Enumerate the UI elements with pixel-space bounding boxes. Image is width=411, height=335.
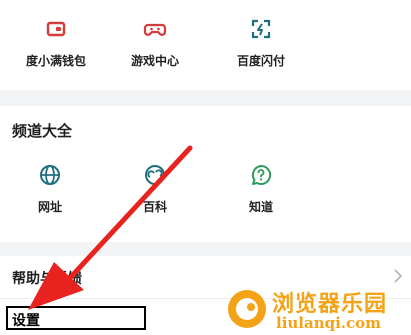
channel-url-label: 网址 (37, 200, 62, 214)
settings-highlight-box: 设置 (6, 306, 146, 330)
globe-icon (40, 165, 60, 185)
channels-title: 频道大全 (12, 123, 73, 140)
service-baidu-pay-label: 百度闪付 (236, 54, 285, 68)
help-feedback-label: 帮助与反馈 (12, 270, 82, 286)
top-services-card: 度小满钱包 游戏中心 百度闪付 (0, 0, 411, 90)
section-separator (0, 90, 411, 106)
channel-zhidao-label: 知道 (248, 200, 273, 214)
wallet-icon (46, 21, 66, 37)
channel-url[interactable]: 网址 (0, 160, 100, 215)
channel-encyclopedia[interactable]: 百科 (105, 160, 205, 215)
site-watermark: 浏览器乐园 liulanqi.com (226, 284, 411, 335)
gamepad-icon (143, 23, 167, 36)
watermark-logo-icon (228, 290, 266, 328)
scan-pay-icon (251, 19, 271, 39)
service-game-center[interactable]: 游戏中心 (105, 14, 205, 69)
question-bubble-icon (251, 164, 272, 185)
section-separator (0, 242, 411, 256)
channels-card: 频道大全 网址 百科 知道 (0, 106, 411, 242)
channel-encyclopedia-label: 百科 (142, 200, 167, 214)
service-baidu-pay[interactable]: 百度闪付 (211, 14, 311, 69)
service-wallet-label: 度小满钱包 (25, 54, 86, 68)
chevron-right-icon (394, 269, 403, 283)
encyclopedia-icon (145, 165, 165, 185)
service-game-center-label: 游戏中心 (130, 54, 179, 68)
watermark-en: liulanqi.com (276, 314, 382, 332)
settings-label: 设置 (12, 312, 40, 328)
channel-zhidao[interactable]: 知道 (211, 160, 311, 215)
service-wallet[interactable]: 度小满钱包 (6, 14, 106, 69)
